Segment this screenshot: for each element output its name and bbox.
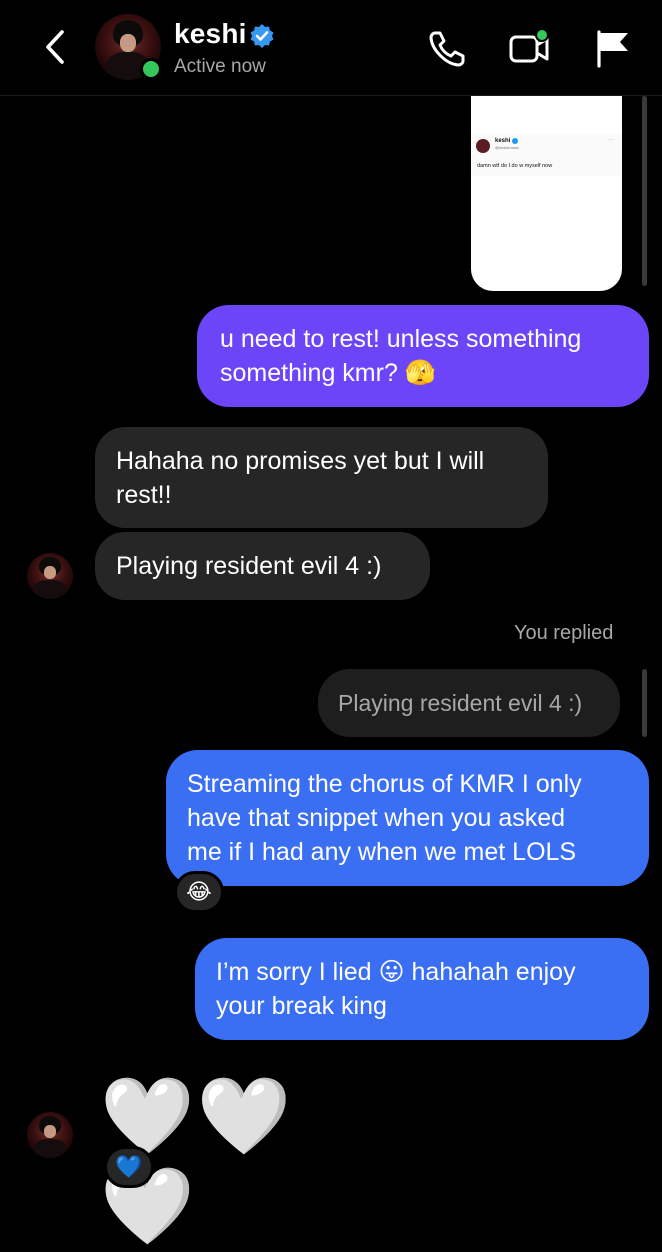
received-message-bubble[interactable]: Playing resident evil 4 :) — [95, 532, 430, 600]
sent-message-bubble[interactable]: I’m sorry I lied 😛 hahahah enjoy your br… — [195, 938, 649, 1040]
reply-quote-text: Playing resident evil 4 :) — [338, 690, 583, 716]
message-line: rest!! — [116, 481, 172, 509]
reply-indicator-bar — [642, 669, 647, 737]
message-line: Streaming the chorus of KMR I only — [187, 770, 582, 798]
tweet-name: keshi — [495, 138, 511, 144]
phone-icon[interactable] — [426, 28, 468, 70]
verified-badge-icon — [250, 24, 274, 48]
message-line: have that snippet when you asked — [187, 804, 566, 832]
message-line: Hahaha no promises yet but I will — [116, 447, 485, 475]
flag-icon[interactable] — [592, 28, 634, 70]
shared-image-message[interactable]: keshi @keshimusic ··· damn wtf do I do w… — [471, 96, 622, 291]
sent-message-bubble[interactable]: Streaming the chorus of KMR I only have … — [166, 750, 649, 886]
back-chevron-icon[interactable] — [38, 26, 74, 68]
contact-name[interactable]: keshi — [174, 18, 247, 50]
tweet-verified-icon — [512, 138, 518, 144]
message-line: u need to rest! unless something — [220, 325, 582, 353]
scroll-indicator — [642, 96, 647, 286]
active-status: Active now — [174, 56, 266, 77]
contact-avatar-small[interactable] — [27, 1112, 73, 1158]
tweet-handle: @keshimusic — [495, 145, 519, 150]
message-line: me if I had any when we met LOLS — [187, 838, 577, 866]
contact-avatar-small[interactable] — [27, 553, 73, 599]
tweet-avatar — [476, 139, 490, 153]
sent-message-bubble[interactable]: u need to rest! unless something somethi… — [197, 305, 649, 407]
message-line: something kmr? 🫣 — [220, 359, 436, 387]
message-line: your break king — [216, 992, 387, 1020]
online-status-dot — [140, 58, 162, 80]
reaction-badge[interactable]: 💙 — [104, 1146, 154, 1188]
chat-header: keshi Active now — [0, 0, 662, 96]
received-message-bubble[interactable]: Hahaha no promises yet but I will rest!! — [95, 427, 548, 528]
tweet-more-icon: ··· — [608, 137, 614, 143]
you-replied-label: You replied — [514, 622, 614, 644]
message-line: Playing resident evil 4 :) — [116, 552, 382, 580]
tweet-text: damn wtf do I do w myself now — [477, 163, 553, 169]
message-line: I’m sorry I lied 😛 hahahah enjoy — [216, 958, 576, 986]
reaction-badge[interactable]: 😂 — [174, 871, 224, 913]
reply-quote-bubble[interactable]: Playing resident evil 4 :) — [318, 669, 620, 737]
video-camera-icon[interactable] — [508, 28, 550, 70]
tweet-preview: keshi @keshimusic ··· damn wtf do I do w… — [471, 134, 622, 176]
